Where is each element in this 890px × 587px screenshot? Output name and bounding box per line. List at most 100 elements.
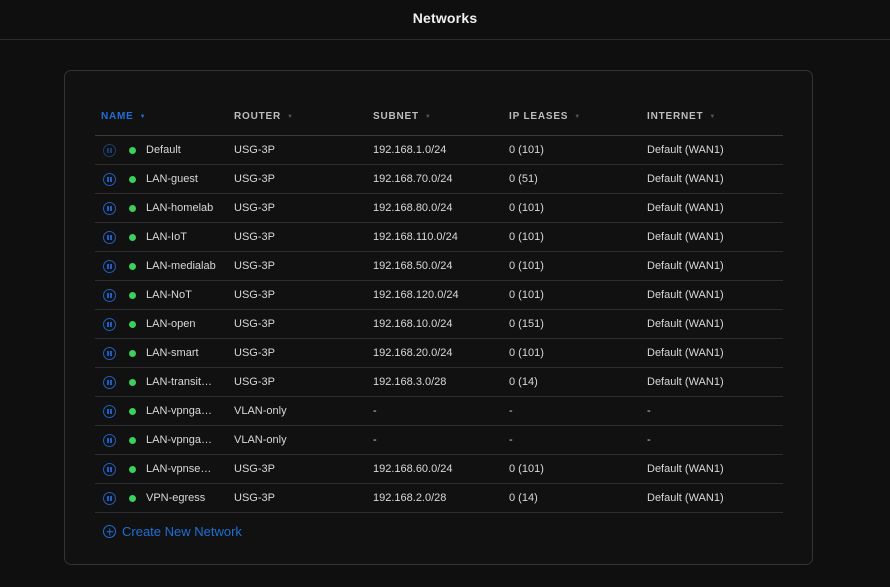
pause-icon[interactable]: [103, 462, 116, 476]
cell-name: LAN-medialab: [95, 259, 234, 273]
pause-icon[interactable]: [103, 201, 116, 215]
cell-internet: -: [647, 434, 651, 446]
cell-name: VPN-egress: [95, 491, 234, 505]
cell-subnet: 192.168.70.0/24: [373, 173, 453, 185]
table-row[interactable]: LAN-NoT USG-3P 192.168.120.0/24 0 (101) Defa…: [95, 281, 783, 310]
column-header-router[interactable]: ROUTER ▼: [234, 111, 373, 122]
table-row[interactable]: LAN-homelab USG-3P 192.168.80.0/24 0 (101) D…: [95, 194, 783, 223]
table-row[interactable]: LAN-vpnga… VLAN-only - - -: [95, 397, 783, 426]
column-header-label: ROUTER: [234, 111, 282, 122]
table-row[interactable]: LAN-transit… USG-3P 192.168.3.0/28 0 (14) De…: [95, 368, 783, 397]
network-name: LAN-guest: [146, 173, 198, 185]
cell-subnet: 192.168.20.0/24: [373, 347, 453, 359]
cell-ip-leases: 0 (101): [509, 463, 544, 475]
network-name: Default: [146, 144, 181, 156]
cell-router: USG-3P: [234, 463, 275, 475]
pause-icon[interactable]: [103, 375, 116, 389]
column-header-internet[interactable]: INTERNET ▼: [647, 111, 783, 122]
column-header-label: SUBNET: [373, 111, 419, 122]
table-row[interactable]: LAN-smart USG-3P 192.168.20.0/24 0 (101) Def…: [95, 339, 783, 368]
pause-icon[interactable]: [103, 230, 116, 244]
status-dot-icon: [129, 175, 136, 183]
pause-icon[interactable]: [103, 288, 116, 302]
cell-ip-leases: 0 (101): [509, 260, 544, 272]
network-name: LAN-IoT: [146, 231, 187, 243]
cell-ip-leases: 0 (101): [509, 289, 544, 301]
cell-name: Default: [95, 143, 234, 157]
table-row[interactable]: LAN-open USG-3P 192.168.10.0/24 0 (151) Defa…: [95, 310, 783, 339]
create-network-label: Create New Network: [122, 524, 242, 539]
pause-icon[interactable]: [103, 259, 116, 273]
cell-router: USG-3P: [234, 231, 275, 243]
plus-circle-icon: [103, 525, 116, 538]
cell-router: VLAN-only: [234, 405, 287, 417]
table-header: NAME ▼ ROUTER ▼ SUBNET ▼ IP LEASES ▼ INT…: [95, 98, 783, 136]
cell-name: LAN-transit…: [95, 375, 234, 389]
status-dot-icon: [129, 291, 136, 299]
cell-ip-leases: 0 (101): [509, 144, 544, 156]
networks-table: NAME ▼ ROUTER ▼ SUBNET ▼ IP LEASES ▼ INT…: [95, 98, 783, 513]
status-dot-icon: [129, 465, 136, 473]
status-dot-icon: [129, 146, 136, 154]
table-row[interactable]: LAN-medialab USG-3P 192.168.50.0/24 0 (101)…: [95, 252, 783, 281]
top-bar: Networks: [0, 0, 890, 40]
cell-ip-leases: 0 (151): [509, 318, 544, 330]
column-header-subnet[interactable]: SUBNET ▼: [373, 111, 509, 122]
status-dot-icon: [129, 320, 136, 328]
column-header-name[interactable]: NAME ▼: [95, 111, 234, 122]
table-row[interactable]: LAN-IoT USG-3P 192.168.110.0/24 0 (101) Defa…: [95, 223, 783, 252]
cell-ip-leases: 0 (51): [509, 173, 538, 185]
pause-icon[interactable]: [103, 172, 116, 186]
status-dot-icon: [129, 378, 136, 386]
table-row[interactable]: LAN-vpnga… VLAN-only - - -: [95, 426, 783, 455]
pause-icon[interactable]: [103, 143, 116, 157]
sort-caret-icon: ▼: [709, 113, 717, 120]
cell-name: LAN-vpnga…: [95, 433, 234, 447]
cell-internet: -: [647, 405, 651, 417]
cell-name: LAN-homelab: [95, 201, 234, 215]
status-dot-icon: [129, 204, 136, 212]
cell-internet: Default (WAN1): [647, 231, 724, 243]
cell-router: VLAN-only: [234, 434, 287, 446]
cell-router: USG-3P: [234, 376, 275, 388]
table-row[interactable]: LAN-vpnse… USG-3P 192.168.60.0/24 0 (101) De…: [95, 455, 783, 484]
network-name: LAN-vpnse…: [146, 463, 212, 475]
status-dot-icon: [129, 436, 136, 444]
cell-subnet: 192.168.2.0/28: [373, 492, 447, 504]
cell-internet: Default (WAN1): [647, 260, 724, 272]
cell-subnet: 192.168.3.0/28: [373, 376, 447, 388]
pause-icon[interactable]: [103, 317, 116, 331]
table-row[interactable]: LAN-guest USG-3P 192.168.70.0/24 0 (51) Defa…: [95, 165, 783, 194]
cell-internet: Default (WAN1): [647, 492, 724, 504]
pause-icon[interactable]: [103, 404, 116, 418]
cell-ip-leases: 0 (14): [509, 376, 538, 388]
status-dot-icon: [129, 407, 136, 415]
cell-router: USG-3P: [234, 260, 275, 272]
column-header-ip-leases[interactable]: IP LEASES ▼: [509, 111, 647, 122]
cell-ip-leases: -: [509, 405, 513, 417]
sort-caret-icon: ▼: [139, 113, 147, 120]
sort-caret-icon: ▼: [424, 113, 432, 120]
cell-subnet: 192.168.60.0/24: [373, 463, 453, 475]
create-network-button[interactable]: Create New Network: [103, 524, 242, 539]
network-name: LAN-smart: [146, 347, 199, 359]
pause-icon[interactable]: [103, 346, 116, 360]
cell-name: LAN-smart: [95, 346, 234, 360]
cell-subnet: 192.168.50.0/24: [373, 260, 453, 272]
table-row[interactable]: Default USG-3P 192.168.1.0/24 0 (101) Defaul…: [95, 136, 783, 165]
network-name: LAN-vpnga…: [146, 434, 213, 446]
page-title: Networks: [412, 9, 478, 26]
pause-icon[interactable]: [103, 491, 116, 505]
cell-router: USG-3P: [234, 318, 275, 330]
cell-subnet: 192.168.10.0/24: [373, 318, 453, 330]
cell-name: LAN-open: [95, 317, 234, 331]
status-dot-icon: [129, 494, 136, 502]
cell-router: USG-3P: [234, 289, 275, 301]
cell-router: USG-3P: [234, 492, 275, 504]
cell-router: USG-3P: [234, 347, 275, 359]
cell-ip-leases: 0 (101): [509, 347, 544, 359]
pause-icon[interactable]: [103, 433, 116, 447]
cell-internet: Default (WAN1): [647, 318, 724, 330]
table-row[interactable]: VPN-egress USG-3P 192.168.2.0/28 0 (14) Defa…: [95, 484, 783, 513]
column-header-label: NAME: [101, 111, 134, 122]
